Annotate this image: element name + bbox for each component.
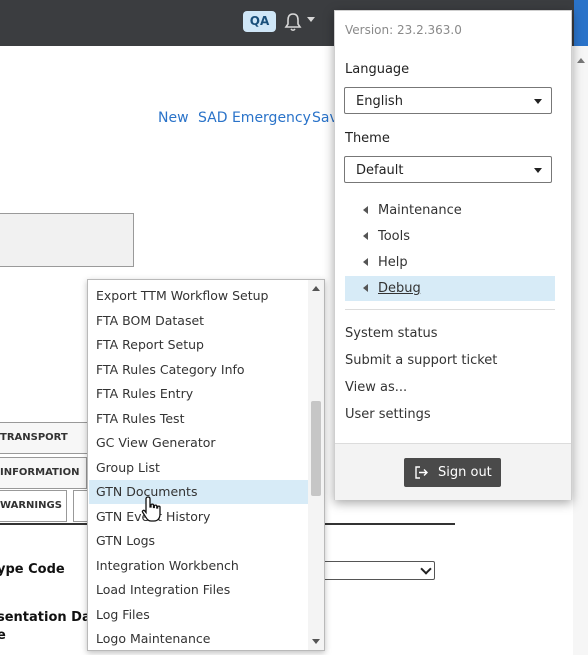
chevron-down-icon bbox=[420, 563, 432, 575]
user-menu-toggle[interactable] bbox=[574, 0, 588, 46]
menu-item-label: Tools bbox=[378, 229, 411, 244]
dropdown-item[interactable]: Logo Maintenance bbox=[89, 627, 308, 650]
menu-item-label: Help bbox=[378, 255, 408, 270]
menu-item-tools[interactable]: Tools bbox=[345, 224, 555, 249]
notifications-chevron-down-icon[interactable] bbox=[307, 17, 315, 22]
caret-down-icon bbox=[534, 168, 542, 173]
dropdown-item[interactable]: GTN Documents bbox=[89, 480, 308, 504]
dropdown-item[interactable]: FTA BOM Dataset bbox=[89, 309, 308, 333]
dropdown-scrollbar[interactable] bbox=[308, 280, 324, 650]
language-value: English bbox=[356, 94, 403, 109]
tab-warnings[interactable]: WARNINGS bbox=[0, 490, 67, 522]
menu-dropdown-list[interactable]: Export TTM Workflow Setup FTA BOM Dataset… bbox=[87, 279, 325, 651]
bell-icon[interactable] bbox=[284, 12, 302, 32]
caret-left-icon bbox=[363, 284, 368, 292]
menu-item-label: Debug bbox=[378, 281, 421, 296]
tab-transport-equipment[interactable]: TRANSPORT EQUIP bbox=[0, 422, 88, 473]
sign-out-label: Sign out bbox=[438, 465, 492, 480]
environment-badge: QA bbox=[243, 11, 276, 32]
dropdown-item[interactable]: FTA Rules Test bbox=[89, 407, 308, 431]
caret-left-icon bbox=[363, 206, 368, 214]
new-link[interactable]: New bbox=[158, 110, 189, 126]
view-as-link[interactable]: View as... bbox=[345, 380, 407, 395]
scroll-down-icon[interactable] bbox=[312, 639, 320, 644]
menu-item-maintenance[interactable]: Maintenance bbox=[345, 198, 555, 223]
menu-item-debug[interactable]: Debug bbox=[345, 276, 555, 301]
support-ticket-link[interactable]: Submit a support ticket bbox=[345, 353, 497, 368]
hand-pointer-cursor-icon bbox=[141, 496, 161, 522]
dropdown-item[interactable]: GC View Generator bbox=[89, 431, 308, 455]
page-scrollbar[interactable] bbox=[573, 46, 588, 655]
presentation-date-label: sentation Dat bbox=[0, 610, 97, 625]
language-label: Language bbox=[345, 62, 410, 77]
dropdown-item[interactable]: GTN Event History bbox=[89, 505, 308, 529]
dropdown-item[interactable]: FTA Report Setup bbox=[89, 333, 308, 357]
dropdown-item[interactable]: Integration Workbench bbox=[89, 554, 308, 578]
caret-down-icon bbox=[534, 99, 542, 104]
dropdown-item[interactable]: Log Files bbox=[89, 603, 308, 627]
type-code-label: ype Code bbox=[0, 562, 65, 577]
theme-select[interactable]: Default bbox=[344, 156, 552, 183]
scroll-up-icon[interactable] bbox=[312, 286, 320, 291]
type-code-select[interactable] bbox=[322, 561, 435, 580]
scrollbar-thumb[interactable] bbox=[311, 401, 321, 496]
sad-emergency-link[interactable]: SAD Emergency bbox=[198, 110, 311, 126]
dropdown-item[interactable]: Load Integration Files bbox=[89, 578, 308, 602]
dropdown-item[interactable]: FTA Rules Category Info bbox=[89, 358, 308, 382]
user-menu-panel: Version: 23.2.363.0 Language English The… bbox=[334, 10, 572, 500]
sign-out-button[interactable]: Sign out bbox=[404, 458, 501, 487]
dropdown-item[interactable]: FTA Rules Entry bbox=[89, 382, 308, 406]
tab-information[interactable]: INFORMATION bbox=[0, 457, 87, 489]
version-label: Version: 23.2.363.0 bbox=[345, 23, 462, 37]
menu-item-help[interactable]: Help bbox=[345, 250, 555, 275]
theme-value: Default bbox=[356, 163, 404, 178]
system-status-link[interactable]: System status bbox=[345, 326, 438, 341]
sign-out-icon bbox=[415, 466, 428, 479]
panel-footer: Sign out bbox=[335, 443, 571, 500]
user-settings-link[interactable]: User settings bbox=[345, 407, 431, 422]
dropdown-item[interactable]: GTN Logs bbox=[89, 529, 308, 553]
theme-label: Theme bbox=[345, 131, 390, 146]
presentation-date-label-continued: e bbox=[0, 628, 6, 643]
scroll-up-icon[interactable] bbox=[577, 58, 585, 63]
menu-divider bbox=[345, 309, 555, 310]
form-panel bbox=[0, 213, 134, 267]
language-select[interactable]: English bbox=[344, 87, 552, 114]
menu-item-label: Maintenance bbox=[378, 203, 462, 218]
caret-left-icon bbox=[363, 258, 368, 266]
dropdown-item[interactable]: Export TTM Workflow Setup bbox=[89, 284, 308, 308]
caret-left-icon bbox=[363, 232, 368, 240]
dropdown-item[interactable]: Group List bbox=[89, 456, 308, 480]
